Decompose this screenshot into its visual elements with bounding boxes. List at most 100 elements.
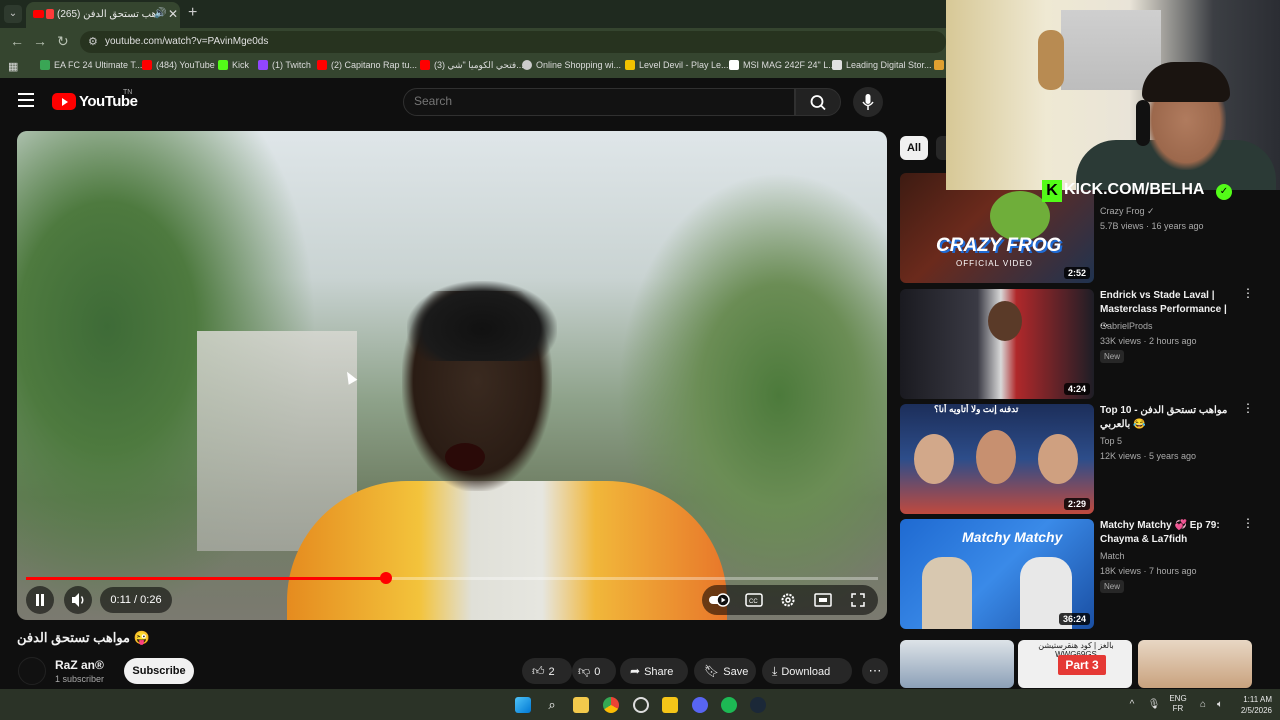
tray-microphone-icon[interactable]: 🎙︎	[1146, 697, 1162, 713]
new-tab-icon[interactable]: +	[188, 4, 197, 22]
site-info-icon[interactable]: ⚙	[88, 35, 98, 48]
chrome-icon[interactable]	[603, 697, 619, 713]
volume-button[interactable]	[64, 586, 92, 614]
bookmark-ea-fc[interactable]: EA FC 24 Ultimate T...	[40, 60, 142, 70]
video-duration: 4:24	[1063, 383, 1090, 395]
captions-button[interactable]: CC	[745, 592, 763, 611]
tab-search-icon[interactable]: ⌄	[4, 5, 22, 23]
subscribe-button[interactable]: Subscribe	[124, 658, 194, 684]
apps-grid-icon[interactable]: ▦	[8, 60, 18, 73]
language-secondary: FR	[1172, 704, 1184, 713]
voice-search-button[interactable]	[853, 87, 883, 117]
volume-tray-icon[interactable]: 🔈︎	[1212, 697, 1228, 713]
share-button[interactable]: ➦ Share	[620, 658, 688, 684]
more-options-icon[interactable]: ⋮	[1242, 517, 1254, 529]
taskbar-search-icon[interactable]: ⌕	[544, 697, 560, 713]
recommendation-item[interactable]: 4:24 Endrick vs Stade Laval | Masterclas…	[900, 287, 1270, 399]
address-bar[interactable]: ⚙ youtube.com/watch?v=PAvinMge0ds	[80, 31, 946, 53]
windows-start-icon[interactable]	[515, 697, 531, 713]
bookmark-shopping[interactable]: Online Shopping wi...	[522, 60, 621, 70]
app-icon[interactable]	[662, 697, 678, 713]
spotify-icon[interactable]	[721, 697, 737, 713]
close-tab-icon[interactable]: ✕	[168, 7, 178, 21]
obs-icon[interactable]	[633, 697, 649, 713]
judge-face	[914, 434, 954, 484]
short-thumbnail[interactable]	[1138, 640, 1252, 688]
search-button[interactable]	[795, 88, 841, 116]
recommendation-item[interactable]: Matchy Matchy 36:24 Matchy Matchy 💞 Ep 7…	[900, 517, 1270, 629]
msi-icon	[729, 60, 739, 70]
youtube-header: YouTube TN	[0, 78, 946, 124]
search-input[interactable]	[414, 94, 774, 108]
system-clock[interactable]: 1:11 AM 2/5/2026	[1232, 694, 1272, 716]
speaker-icon[interactable]: 🔊	[154, 8, 166, 19]
fullscreen-button[interactable]	[850, 592, 866, 611]
menu-icon[interactable]	[18, 93, 34, 107]
bookmark-level-devil[interactable]: Level Devil - Play Le...	[625, 60, 729, 70]
video-thumbnail[interactable]: Matchy Matchy 36:24	[900, 519, 1094, 629]
more-options-icon[interactable]: ⋮	[1242, 287, 1254, 299]
back-icon[interactable]: ←	[10, 33, 24, 49]
youtube-favicon-icon	[33, 10, 44, 18]
logo-region: TN	[123, 89, 133, 96]
file-explorer-icon[interactable]	[573, 697, 589, 713]
reload-icon[interactable]: ↻	[57, 33, 69, 50]
player-right-controls: CC	[702, 585, 878, 615]
tray-chevron-icon[interactable]: ^	[1124, 697, 1140, 713]
bookmark-digital-store[interactable]: Leading Digital Stor...	[832, 60, 932, 70]
discord-icon[interactable]	[692, 697, 708, 713]
dislike-button[interactable]: 👎︎ 0	[572, 658, 616, 684]
video-thumbnail[interactable]: 4:24	[900, 289, 1094, 399]
verified-check-icon: ✓	[1216, 184, 1232, 200]
twitch-icon	[258, 60, 268, 70]
channel-name[interactable]: Match	[1100, 551, 1125, 561]
pause-button[interactable]	[26, 586, 54, 614]
download-button[interactable]: ⤓ Download	[762, 658, 852, 684]
language-indicator[interactable]: ENG FR	[1166, 694, 1190, 714]
thumb-title: تدفنه إنت ولا أتاويه أنا؟	[934, 404, 1019, 414]
forward-icon[interactable]: →	[33, 33, 47, 49]
video-duration: 36:24	[1058, 613, 1090, 625]
short-thumbnail[interactable]	[900, 640, 1014, 688]
recommendation-item[interactable]: تدفنه إنت ولا أتاويه أنا؟ 2:29 Top 10 - …	[900, 402, 1270, 514]
like-button[interactable]: 👍︎ 2	[522, 658, 572, 684]
settings-button[interactable]	[780, 592, 796, 611]
bookmark-save-icon: 🔖︎	[704, 664, 720, 678]
bookmark-label: (484) YouTube	[156, 60, 215, 70]
steam-icon[interactable]	[750, 697, 766, 713]
more-options-icon[interactable]: ⋮	[1242, 402, 1254, 414]
bookmark-capitano[interactable]: (2) Capitano Rap tu...	[317, 60, 417, 70]
bookmark-fathi[interactable]: (3) فتحي الكوميا "شي...	[420, 60, 524, 71]
channel-name[interactable]: RaZ an®	[55, 658, 104, 672]
autoplay-toggle[interactable]	[708, 592, 732, 611]
save-button[interactable]: 🔖︎ Save	[694, 658, 756, 684]
bookmark-twitch[interactable]: (1) Twitch	[258, 60, 311, 70]
chip-all[interactable]: All	[900, 136, 928, 160]
network-icon[interactable]: ⌂	[1195, 697, 1211, 713]
crazy-frog-head	[990, 191, 1050, 241]
chip-next[interactable]	[936, 136, 946, 160]
channel-name[interactable]: GabrielProds	[1100, 321, 1153, 331]
bookmark-msi[interactable]: MSI MAG 242F 24" L...	[729, 60, 836, 70]
new-badge: New	[1100, 350, 1125, 363]
channel-name[interactable]: Crazy Frog ✓	[1100, 206, 1155, 217]
more-actions-icon[interactable]: ⋯	[862, 658, 888, 684]
video-duration: 2:29	[1063, 498, 1090, 510]
subscriber-count: 1 subscriber	[55, 674, 105, 684]
video-title[interactable]: Top 10 - مواهب تستحق الدفن 😂 بالعربي	[1100, 404, 1236, 432]
video-thumbnail[interactable]: تدفنه إنت ولا أتاويه أنا؟ 2:29	[900, 404, 1094, 514]
new-badge: New	[1100, 580, 1125, 593]
channel-name[interactable]: Top 5	[1100, 436, 1122, 446]
video-duration: 2:52	[1063, 267, 1090, 279]
active-tab[interactable]: مواهب تستحق الدفن (265) 🔊 ✕	[26, 2, 180, 28]
bookmark-youtube[interactable]: (484) YouTube	[142, 60, 215, 70]
progress-bar[interactable]	[26, 572, 878, 584]
video-player[interactable]	[17, 131, 887, 620]
bookmark-label: Online Shopping wi...	[536, 60, 622, 70]
video-meta: 5.7B views · 16 years ago	[1100, 221, 1204, 231]
bookmark-kick[interactable]: Kick	[218, 60, 249, 70]
miniplayer-button[interactable]	[814, 592, 832, 611]
judge-face	[976, 430, 1016, 484]
channel-avatar[interactable]	[18, 657, 46, 685]
video-title[interactable]: Matchy Matchy 💞 Ep 79: Chayma & La7fidh	[1100, 519, 1236, 547]
